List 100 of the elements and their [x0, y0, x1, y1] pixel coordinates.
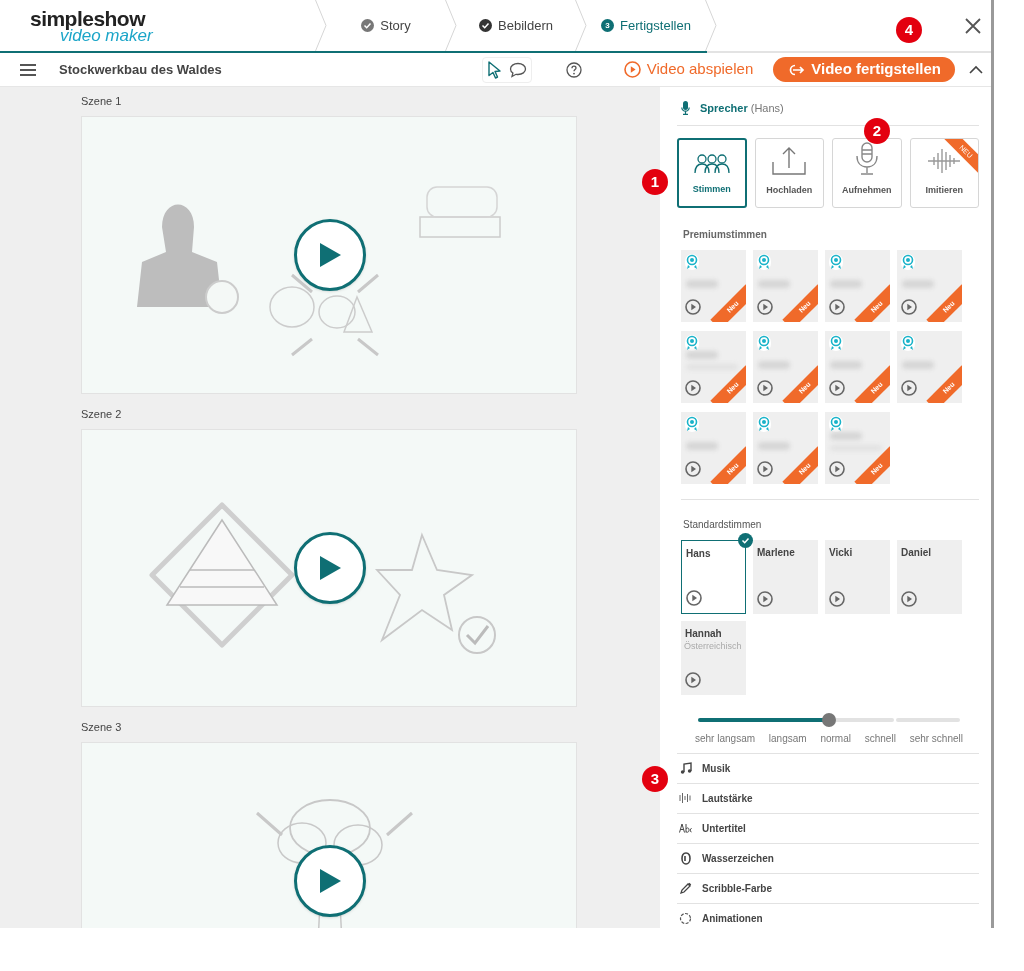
settings-section[interactable]: Lautstärke	[677, 782, 979, 813]
voice-card[interactable]: Hans	[681, 539, 746, 614]
pen-icon	[679, 882, 692, 894]
play-icon	[318, 242, 342, 268]
play-icon[interactable]	[685, 298, 701, 315]
play-icon[interactable]	[757, 590, 773, 607]
play-icon	[318, 555, 342, 581]
play-icon	[623, 61, 641, 78]
award-icon	[757, 253, 771, 270]
number-marker: 4	[896, 17, 922, 43]
voice-name: Marlene	[757, 545, 795, 560]
speed-label: sehr langsam	[695, 731, 756, 746]
play-icon	[318, 868, 342, 894]
step-divider	[445, 0, 457, 51]
step-number: 3	[601, 19, 615, 32]
scene-label: Szene 2	[81, 407, 123, 421]
award-icon	[901, 253, 915, 270]
play-icon[interactable]	[829, 460, 845, 477]
speed-label: schnell	[864, 731, 896, 746]
subtitle-icon	[679, 823, 692, 833]
music-note-icon	[679, 762, 692, 774]
voice-card[interactable]: Daniel	[897, 539, 962, 614]
check-icon	[479, 19, 493, 32]
number-marker: 3	[642, 766, 668, 792]
blurred-name	[686, 441, 718, 450]
blurred-name	[758, 441, 790, 450]
blurred-name	[902, 279, 934, 288]
voice-name: Vicki	[829, 545, 853, 560]
waveform-icon	[679, 792, 692, 804]
menu-icon[interactable]	[20, 62, 36, 77]
play-icon[interactable]	[757, 460, 773, 477]
pointer-icon[interactable]	[486, 60, 503, 79]
export-icon	[787, 62, 806, 77]
play-icon[interactable]	[685, 460, 701, 477]
blurred-name	[686, 350, 718, 359]
blurred-name	[830, 279, 862, 288]
voice-name: Hannah	[685, 626, 722, 641]
project-title: Stockwerkbau des Waldes	[59, 60, 222, 79]
blurred-name	[830, 431, 862, 440]
scene-label: Szene 3	[81, 720, 123, 734]
step-divider	[315, 0, 327, 51]
settings-section[interactable]: Musik	[677, 752, 979, 783]
people-icon	[693, 153, 730, 175]
voice-accent: Österreichisch	[684, 639, 742, 653]
upload-icon	[771, 146, 808, 176]
settings-section[interactable]: Scribble-Farbe	[677, 872, 979, 903]
play-icon[interactable]	[901, 590, 917, 607]
award-icon	[685, 415, 699, 432]
step-divider	[705, 0, 717, 51]
speed-label: sehr schnell	[909, 731, 963, 746]
step-tab[interactable]: Bebildern	[457, 0, 575, 51]
voice-source-tab[interactable]: Aufnehmen	[832, 137, 902, 208]
blurred-name	[902, 360, 934, 369]
play-icon[interactable]	[685, 671, 701, 688]
microphone-icon	[681, 101, 690, 116]
drop-icon	[679, 851, 692, 865]
step-tab[interactable]: Story	[327, 0, 445, 51]
speech-bubble-icon[interactable]	[508, 61, 527, 78]
speed-label: langsam	[768, 731, 807, 746]
voice-card[interactable]: Hannah Österreichisch	[681, 620, 746, 695]
blurred-name	[686, 279, 718, 288]
speaker-heading: Sprecher (Hans)	[700, 101, 784, 116]
step-tab[interactable]: 3 Fertigstellen	[587, 0, 705, 51]
number-marker: 2	[864, 118, 890, 144]
play-icon[interactable]	[901, 379, 917, 396]
blurred-name	[758, 279, 790, 288]
play-icon[interactable]	[757, 379, 773, 396]
voice-source-tab[interactable]: Stimmen	[677, 137, 747, 208]
play-icon[interactable]	[829, 590, 845, 607]
help-icon[interactable]	[565, 61, 582, 78]
circle-icon	[679, 911, 692, 925]
settings-section[interactable]: Untertitel	[677, 812, 979, 843]
play-icon[interactable]	[686, 589, 702, 606]
play-icon[interactable]	[685, 379, 701, 396]
voice-source-tab[interactable]: Hochladen	[754, 137, 824, 208]
award-icon	[901, 334, 915, 351]
blurred-name	[758, 360, 790, 369]
speed-label: normal	[820, 731, 851, 746]
step-divider	[575, 0, 587, 51]
play-icon[interactable]	[901, 298, 917, 315]
play-icon[interactable]	[757, 298, 773, 315]
check-icon	[361, 19, 375, 32]
speed-slider[interactable]	[698, 712, 960, 727]
section-heading: Standardstimmen	[683, 517, 763, 532]
scene-label: Szene 1	[81, 94, 123, 108]
award-icon	[829, 334, 843, 351]
voice-card[interactable]: Marlene	[753, 539, 818, 614]
award-icon	[685, 334, 699, 351]
blurred-name	[830, 360, 862, 369]
play-icon[interactable]	[829, 379, 845, 396]
collapse-caret-icon[interactable]	[969, 64, 983, 75]
award-icon	[829, 253, 843, 270]
microphone-icon	[853, 142, 880, 176]
play-icon[interactable]	[829, 298, 845, 315]
slider-thumb[interactable]	[822, 712, 836, 727]
logo-wordmark: simpleshow	[30, 7, 146, 29]
settings-section[interactable]: Animationen	[677, 902, 979, 928]
settings-section[interactable]: Wasserzeichen	[677, 842, 979, 873]
check-icon	[738, 532, 753, 548]
voice-card[interactable]: Vicki	[825, 539, 890, 614]
